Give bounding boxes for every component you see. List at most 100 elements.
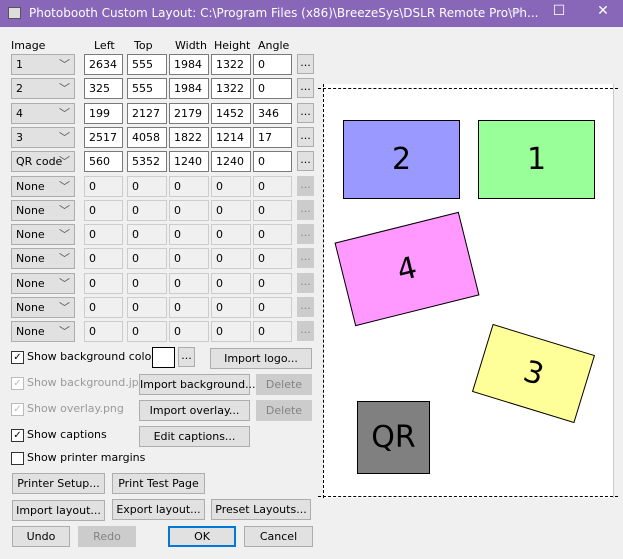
- width-input[interactable]: 0: [169, 224, 209, 245]
- height-input[interactable]: 0: [211, 273, 251, 294]
- show-bg-colour-checkbox[interactable]: ✓: [11, 351, 24, 364]
- top-input[interactable]: 0: [127, 273, 167, 294]
- width-input[interactable]: 1984: [169, 78, 209, 99]
- angle-input[interactable]: 0: [253, 151, 292, 172]
- import-layout-button[interactable]: Import layout...: [12, 500, 105, 521]
- image-select[interactable]: None ﹀: [11, 176, 75, 197]
- image-select[interactable]: 4 ﹀: [11, 103, 75, 124]
- height-input[interactable]: 0: [211, 200, 251, 221]
- row-options-button[interactable]: ...: [297, 273, 314, 293]
- row-options-button[interactable]: ...: [297, 200, 314, 220]
- width-input[interactable]: 0: [169, 200, 209, 221]
- image-select[interactable]: None ﹀: [11, 224, 75, 245]
- left-input[interactable]: 560: [84, 151, 123, 172]
- top-input[interactable]: 0: [127, 200, 167, 221]
- row-options-button[interactable]: ...: [297, 297, 314, 317]
- top-input[interactable]: 555: [127, 78, 167, 99]
- top-input[interactable]: 4058: [127, 127, 167, 148]
- show-printer-margins-checkbox[interactable]: [11, 452, 24, 465]
- width-input[interactable]: 2179: [169, 103, 209, 124]
- angle-input[interactable]: 17: [253, 127, 292, 148]
- top-input[interactable]: 0: [127, 321, 167, 342]
- close-button[interactable]: ✕: [588, 3, 618, 23]
- left-input[interactable]: 0: [84, 176, 123, 197]
- print-test-page-button[interactable]: Print Test Page: [112, 473, 205, 494]
- top-input[interactable]: 0: [127, 224, 167, 245]
- bg-colour-dots-button[interactable]: ...: [178, 347, 195, 367]
- width-input[interactable]: 0: [169, 176, 209, 197]
- image-select[interactable]: None ﹀: [11, 297, 75, 318]
- width-input[interactable]: 0: [169, 248, 209, 269]
- minimize-button[interactable]: —: [500, 3, 530, 23]
- left-input[interactable]: 325: [84, 78, 123, 99]
- import-background-button[interactable]: Import background...: [139, 374, 256, 395]
- image-select[interactable]: None ﹀: [11, 321, 75, 342]
- row-options-button[interactable]: ...: [297, 224, 314, 244]
- width-input[interactable]: 1240: [169, 151, 209, 172]
- left-input[interactable]: 0: [84, 224, 123, 245]
- image-select[interactable]: 1 ﹀: [11, 54, 75, 75]
- width-input[interactable]: 0: [169, 297, 209, 318]
- import-logo-button[interactable]: Import logo...: [210, 348, 312, 369]
- top-input[interactable]: 2127: [127, 103, 167, 124]
- preview-image-1[interactable]: 1: [478, 120, 595, 199]
- height-input[interactable]: 0: [211, 248, 251, 269]
- image-select[interactable]: None ﹀: [11, 200, 75, 221]
- row-options-button[interactable]: ...: [297, 248, 314, 268]
- angle-input[interactable]: 0: [253, 200, 292, 221]
- row-options-button[interactable]: ...: [297, 54, 314, 74]
- angle-input[interactable]: 0: [253, 54, 292, 75]
- export-layout-button[interactable]: Export layout...: [112, 499, 205, 520]
- height-input[interactable]: 0: [211, 297, 251, 318]
- image-select[interactable]: None ﹀: [11, 248, 75, 269]
- image-select[interactable]: 3 ﹀: [11, 127, 75, 148]
- row-options-button[interactable]: ...: [297, 127, 314, 147]
- angle-input[interactable]: 0: [253, 297, 292, 318]
- image-select[interactable]: 2 ﹀: [11, 78, 75, 99]
- left-input[interactable]: 0: [84, 248, 123, 269]
- width-input[interactable]: 1984: [169, 54, 209, 75]
- image-select[interactable]: QR code ﹀: [11, 151, 75, 172]
- left-input[interactable]: 0: [84, 273, 123, 294]
- preset-layouts-button[interactable]: Preset Layouts...: [211, 499, 311, 520]
- height-input[interactable]: 1452: [211, 103, 251, 124]
- angle-input[interactable]: 0: [253, 321, 292, 342]
- left-input[interactable]: 2634: [84, 54, 123, 75]
- cancel-button[interactable]: Cancel: [244, 526, 313, 547]
- undo-button[interactable]: Undo: [12, 526, 70, 547]
- angle-input[interactable]: 346: [253, 103, 292, 124]
- printer-setup-button[interactable]: Printer Setup...: [12, 473, 105, 494]
- left-input[interactable]: 199: [84, 103, 123, 124]
- row-options-button[interactable]: ...: [297, 176, 314, 196]
- show-overlay-checkbox[interactable]: ✓: [11, 403, 24, 416]
- left-input[interactable]: 0: [84, 200, 123, 221]
- top-input[interactable]: 0: [127, 176, 167, 197]
- height-input[interactable]: 1214: [211, 127, 251, 148]
- preview-image-2[interactable]: 2: [343, 120, 460, 199]
- row-options-button[interactable]: ...: [297, 78, 314, 98]
- height-input[interactable]: 0: [211, 176, 251, 197]
- delete-background-button[interactable]: Delete: [256, 374, 312, 395]
- angle-input[interactable]: 0: [253, 248, 292, 269]
- image-select[interactable]: None ﹀: [11, 273, 75, 294]
- delete-overlay-button[interactable]: Delete: [256, 400, 312, 421]
- ok-button[interactable]: OK: [168, 526, 236, 547]
- bg-colour-swatch[interactable]: [152, 347, 175, 368]
- width-input[interactable]: 0: [169, 273, 209, 294]
- row-options-button[interactable]: ...: [297, 103, 314, 123]
- redo-button[interactable]: Redo: [78, 526, 136, 547]
- height-input[interactable]: 0: [211, 224, 251, 245]
- preview-qr-code[interactable]: QR: [357, 401, 430, 474]
- maximize-button[interactable]: ☐: [544, 3, 574, 23]
- height-input[interactable]: 0: [211, 321, 251, 342]
- import-overlay-button[interactable]: Import overlay...: [139, 400, 250, 421]
- row-options-button[interactable]: ...: [297, 321, 314, 341]
- top-input[interactable]: 0: [127, 248, 167, 269]
- top-input[interactable]: 555: [127, 54, 167, 75]
- left-input[interactable]: 0: [84, 321, 123, 342]
- left-input[interactable]: 0: [84, 297, 123, 318]
- top-input[interactable]: 5352: [127, 151, 167, 172]
- top-input[interactable]: 0: [127, 297, 167, 318]
- show-bg-jpg-checkbox[interactable]: ✓: [11, 377, 24, 390]
- width-input[interactable]: 0: [169, 321, 209, 342]
